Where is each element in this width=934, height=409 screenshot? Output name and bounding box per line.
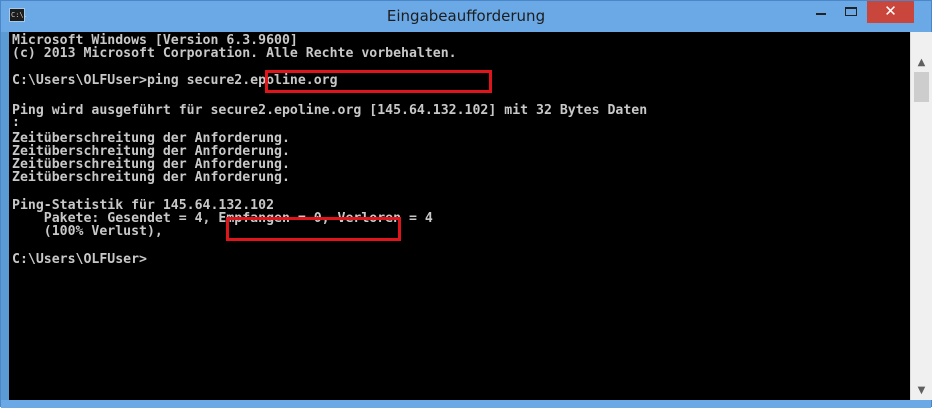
ip-highlight-box bbox=[226, 217, 401, 241]
close-button[interactable]: ✕ bbox=[867, 1, 914, 23]
console-line: : bbox=[12, 115, 20, 130]
scroll-up-icon[interactable]: ▲ bbox=[911, 54, 932, 72]
minimize-button[interactable] bbox=[807, 1, 835, 23]
console-output[interactable]: Microsoft Windows [Version 6.3.9600] (c)… bbox=[9, 32, 910, 400]
vertical-scrollbar[interactable]: ▲ ▼ bbox=[910, 32, 932, 400]
scroll-down-icon[interactable]: ▼ bbox=[911, 382, 932, 400]
title-bar[interactable]: C:\. Eingabeaufforderung ✕ bbox=[1, 1, 931, 32]
console-line: C:\Users\OLFUser> bbox=[12, 252, 147, 267]
console-line: Ping wird ausgeführt für secure2.epoline… bbox=[12, 103, 648, 118]
close-icon: ✕ bbox=[884, 2, 897, 20]
console-line: (100% Verlust), bbox=[12, 224, 163, 239]
scrollbar-thumb[interactable] bbox=[914, 72, 929, 102]
console-line: Zeitüberschreitung der Anforderung. bbox=[12, 170, 290, 185]
host-highlight-box bbox=[265, 70, 492, 93]
maximize-icon bbox=[845, 7, 857, 16]
window-title: Eingabeaufforderung bbox=[386, 7, 546, 25]
minimize-icon bbox=[816, 13, 826, 15]
window-bottom-border bbox=[1, 400, 931, 408]
maximize-button[interactable] bbox=[837, 1, 865, 23]
console-window: C:\. Eingabeaufforderung ✕ Microsoft Win… bbox=[0, 0, 932, 408]
console-line: (c) 2013 Microsoft Corporation. Alle Rec… bbox=[12, 46, 457, 61]
